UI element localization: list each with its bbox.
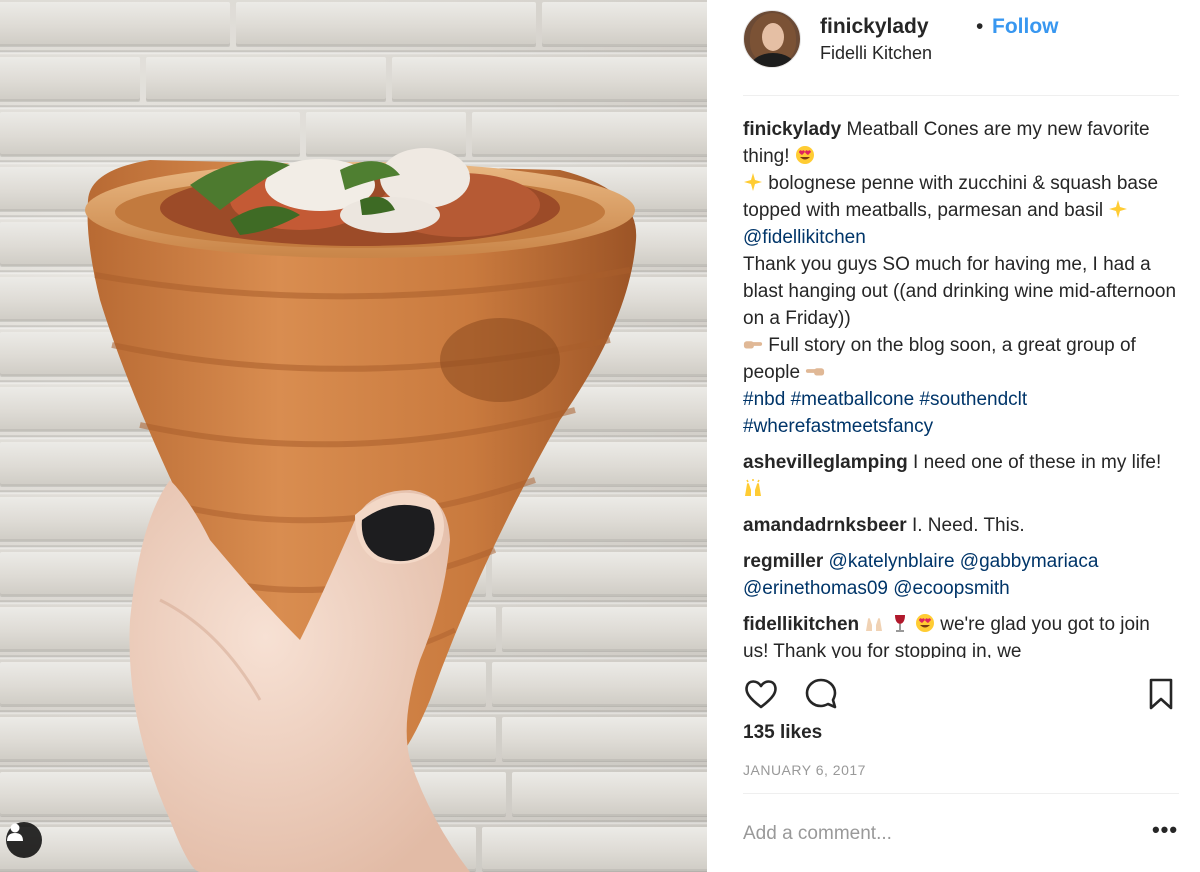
hashtag[interactable]: #wherefastmeetsfancy (743, 416, 933, 437)
comment-mention[interactable]: @gabbymariaca (960, 551, 1099, 572)
comment-username[interactable]: fidellikitchen (743, 614, 859, 635)
hashtag[interactable]: #southendclt (919, 389, 1027, 410)
caption-line-4: Full story on the blog soon, a great gro… (743, 335, 1136, 383)
pointing-right-emoji-icon (743, 341, 763, 349)
add-comment-input[interactable] (743, 818, 1123, 850)
sparkle-star-emoji-icon (744, 173, 762, 191)
pointing-left-emoji-icon (806, 368, 825, 376)
comment-username[interactable]: ashevilleglamping (743, 452, 908, 473)
comment-item: regmiller @katelynblaire @gabbymariaca @… (743, 548, 1179, 602)
heart-icon[interactable] (743, 676, 779, 712)
comment-item: fidellikitchen we're glad you got to joi… (743, 611, 1179, 658)
caption-mention[interactable]: @fidellikitchen (743, 227, 866, 248)
comment-mention[interactable]: @erinethomas09 (743, 578, 888, 599)
avatar[interactable] (743, 10, 801, 68)
speech-bubble-icon[interactable] (803, 676, 839, 712)
comment-mention[interactable]: @katelynblaire (829, 551, 955, 572)
post-username[interactable]: finickylady (820, 15, 929, 39)
separator-dot: • (976, 15, 984, 38)
sparkle-star-emoji-icon (1109, 200, 1128, 218)
comment-username[interactable]: amandadrnksbeer (743, 515, 907, 536)
post-date: JANUARY 6, 2017 (743, 762, 866, 778)
raised-hands-emoji-icon (866, 618, 883, 631)
post-location[interactable]: Fidelli Kitchen (820, 43, 932, 64)
hashtag[interactable]: #nbd (743, 389, 785, 410)
meatball-cone-illustration (85, 148, 637, 872)
more-options-icon[interactable]: ••• (1151, 818, 1179, 850)
post-details-panel: finickylady • Follow Fidelli Kitchen fin… (707, 0, 1200, 872)
comment-item: amandadrnksbeer I. Need. This. (743, 512, 1179, 539)
post-header: finickylady • Follow Fidelli Kitchen (743, 10, 1179, 96)
comment-text: I need one of these in my life! (913, 452, 1162, 473)
add-comment-bar: ••• (743, 793, 1179, 872)
comments-list[interactable]: finickylady Meatball Cones are my new fa… (743, 116, 1179, 658)
comment-username[interactable]: regmiller (743, 551, 823, 572)
comment-item: ashevilleglamping I need one of these in… (743, 449, 1179, 503)
caption-username[interactable]: finickylady (743, 119, 841, 140)
post-photo[interactable] (0, 0, 707, 872)
caption: finickylady Meatball Cones are my new fa… (743, 116, 1179, 440)
hashtag[interactable]: #meatballcone (791, 389, 915, 410)
heart-eyes-emoji-icon (915, 614, 934, 632)
comment-mention[interactable]: @ecoopsmith (893, 578, 1009, 599)
comment-text: I. Need. This. (911, 515, 1025, 536)
user-tag-icon[interactable] (6, 822, 42, 858)
bookmark-icon[interactable] (1143, 676, 1179, 712)
raised-hands-emoji-icon (745, 479, 761, 496)
wine-glass-emoji-icon (894, 615, 905, 632)
likes-count[interactable]: 135 likes (743, 722, 822, 744)
heart-eyes-emoji-icon (795, 146, 814, 164)
follow-button[interactable]: Follow (992, 15, 1059, 39)
post-actions (743, 672, 1179, 716)
caption-line-2: bolognese penne with zucchini & squash b… (743, 173, 1159, 221)
caption-line-3: Thank you guys SO much for having me, I … (743, 254, 1177, 329)
